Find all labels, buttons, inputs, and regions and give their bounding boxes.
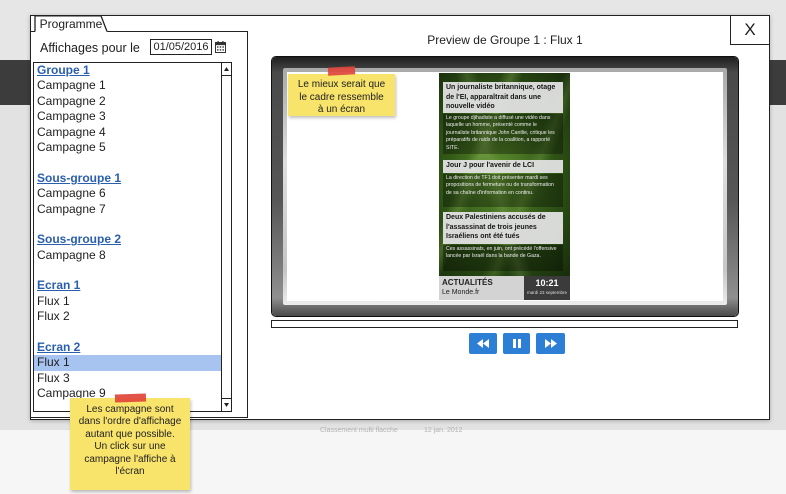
scroll-down-button[interactable]	[222, 398, 231, 411]
scroll-down-icon	[224, 403, 229, 407]
list-item[interactable]: Campagne 3	[34, 109, 222, 124]
campaign-list[interactable]: Groupe 1 Campagne 1 Campagne 2 Campagne …	[33, 62, 232, 412]
list-group-header[interactable]: Sous-groupe 2	[34, 232, 222, 247]
news-summary: Le groupe djihadiste a diffusé une vidéo…	[443, 114, 563, 154]
news-headline: Jour J pour l'avenir de LCI	[443, 160, 563, 173]
list-item[interactable]: Flux 2	[34, 309, 222, 324]
footer-date: mardi 23 septembre	[526, 290, 568, 295]
news-summary: Ces assassinats, en juin, ont précédé l'…	[443, 245, 563, 271]
list-group-header[interactable]: Ecran 1	[34, 278, 222, 293]
footer-section: ACTUALITÉS	[442, 278, 493, 287]
news-headline: Un journaliste britannique, otage de l'E…	[443, 82, 563, 113]
tab-programme[interactable]: Programme	[35, 15, 107, 32]
screen-frame: Un journaliste britannique, otage de l'E…	[272, 57, 738, 316]
close-label: X	[744, 20, 756, 39]
list-item[interactable]: Flux 1	[34, 355, 222, 371]
footer-clock: 10:21 mardi 23 septembre	[524, 276, 570, 300]
list-item[interactable]: Flux 3	[34, 371, 222, 386]
preview-content-image: Un journaliste britannique, otage de l'E…	[439, 73, 570, 300]
rewind-icon	[477, 339, 489, 348]
pause-button[interactable]	[503, 333, 530, 354]
preview-title: Preview de Groupe 1 : Flux 1	[427, 33, 583, 47]
list-item[interactable]: Campagne 4	[34, 125, 222, 140]
list-item[interactable]: Campagne 2	[34, 94, 222, 109]
list-group-header[interactable]: Sous-groupe 1	[34, 171, 222, 186]
list-item[interactable]: Campagne 8	[34, 248, 222, 263]
fast-forward-button[interactable]	[536, 333, 565, 354]
news-summary: La direction de TF1 doit présenter mardi…	[443, 174, 563, 207]
list-item[interactable]: Flux 1	[34, 294, 222, 309]
background-row-title: Classement multi flacche	[320, 427, 398, 434]
scroll-up-icon	[224, 67, 229, 71]
help-sticky-note: Les campagne sont dans l'ordre d'afficha…	[70, 398, 190, 490]
fast-forward-icon	[544, 339, 557, 348]
programme-dialog: X Programme Affichages pour le 01/05/201…	[30, 15, 770, 420]
playback-progress-bar[interactable]	[271, 320, 738, 328]
rewind-button[interactable]	[469, 333, 497, 354]
list-group-header[interactable]: Groupe 1	[34, 63, 222, 78]
footer-time: 10:21	[535, 278, 559, 288]
pause-icon	[512, 339, 521, 348]
sticky-tape	[327, 66, 356, 76]
background-row-date: 12 jan. 2012	[424, 427, 463, 434]
date-field[interactable]: 01/05/2016	[150, 39, 212, 55]
scroll-up-button[interactable]	[222, 63, 231, 76]
news-headline: Deux Palestiniens accusés de l'assassina…	[443, 212, 563, 244]
tab-label: Programme	[39, 17, 103, 31]
list-group-header[interactable]: Ecran 2	[34, 340, 222, 355]
list-item[interactable]: Campagne 7	[34, 202, 222, 217]
content-footer: ACTUALITÉS Le Monde.fr 10:21 mardi 23 se…	[439, 276, 570, 300]
list-item[interactable]: Campagne 5	[34, 140, 222, 155]
list-scrollbar[interactable]	[221, 63, 231, 411]
preview-screen: Un journaliste britannique, otage de l'E…	[287, 66, 723, 301]
list-item[interactable]: Campagne 1	[34, 78, 222, 93]
calendar-icon[interactable]	[215, 41, 226, 53]
footer-source: Le Monde.fr	[442, 289, 480, 296]
sticky-tape	[114, 393, 147, 403]
list-item[interactable]: Campagne 6	[34, 186, 222, 201]
campaign-list-rows: Groupe 1 Campagne 1 Campagne 2 Campagne …	[34, 63, 222, 402]
screen-sticky-note: Le mieux serait que le cadre ressemble à…	[288, 74, 395, 116]
date-label: Affichages pour le	[40, 41, 140, 55]
